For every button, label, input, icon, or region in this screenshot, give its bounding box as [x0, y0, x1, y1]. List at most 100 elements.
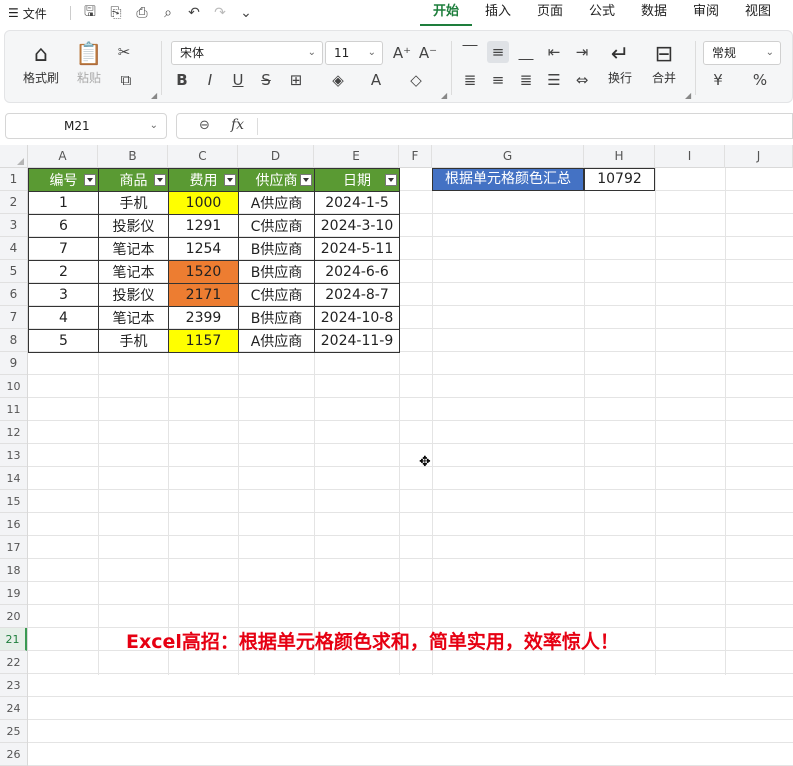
column-header[interactable]: G: [432, 145, 584, 168]
cell-product[interactable]: 手机: [98, 191, 169, 215]
summary-label-cell[interactable]: 根据单元格颜色汇总: [432, 168, 584, 191]
cell-date[interactable]: 2024-1-5: [314, 191, 400, 215]
filter-dropdown-icon[interactable]: [84, 174, 96, 186]
clipboard-dialog-icon[interactable]: ◢: [151, 91, 157, 100]
format-painter-button[interactable]: ⌂ 格式刷: [19, 41, 63, 86]
fx-icon[interactable]: fx: [231, 117, 244, 133]
cell-product[interactable]: 投影仪: [98, 214, 169, 238]
tab-view[interactable]: 视图: [732, 0, 784, 26]
cell-id[interactable]: 7: [28, 237, 99, 261]
cell-product[interactable]: 笔记本: [98, 260, 169, 284]
distribute-icon[interactable]: ⇔: [571, 69, 593, 91]
cell-cost[interactable]: 1291: [168, 214, 239, 238]
cell-supplier[interactable]: C供应商: [238, 214, 315, 238]
row-header[interactable]: 17: [0, 536, 27, 559]
cell-product[interactable]: 笔记本: [98, 237, 169, 261]
column-header[interactable]: D: [238, 145, 314, 168]
align-left-icon[interactable]: ≣: [459, 69, 481, 91]
column-header[interactable]: E: [314, 145, 399, 168]
spreadsheet-grid[interactable]: A B C D E F G H I J 1 2 3 4 5 6 7 8 9 10 11 12 13 14 1…: [0, 145, 793, 766]
column-header[interactable]: F: [399, 145, 432, 168]
row-header[interactable]: 25: [0, 720, 27, 743]
cell-id[interactable]: 1: [28, 191, 99, 215]
row-header[interactable]: 2: [0, 191, 27, 214]
header-cell-product[interactable]: 商品: [98, 168, 169, 192]
cell-date[interactable]: 2024-10-8: [314, 306, 400, 330]
cell-supplier[interactable]: B供应商: [238, 237, 315, 261]
increase-indent-icon[interactable]: ⇥: [571, 41, 593, 63]
alignment-dialog-icon[interactable]: ◢: [685, 91, 691, 100]
align-center-icon[interactable]: ≡: [487, 69, 509, 91]
cell-date[interactable]: 2024-3-10: [314, 214, 400, 238]
row-header[interactable]: 23: [0, 674, 27, 697]
row-header[interactable]: 19: [0, 582, 27, 605]
row-header[interactable]: 16: [0, 513, 27, 536]
cell-supplier[interactable]: A供应商: [238, 329, 315, 353]
cell-id[interactable]: 2: [28, 260, 99, 284]
cell-cost[interactable]: 1520: [168, 260, 239, 284]
percent-icon[interactable]: %: [749, 69, 771, 91]
bold-icon[interactable]: B: [171, 69, 193, 91]
cell-product[interactable]: 投影仪: [98, 283, 169, 307]
currency-icon[interactable]: ¥: [707, 69, 729, 91]
align-middle-icon[interactable]: ≡: [487, 41, 509, 63]
row-header[interactable]: 13: [0, 444, 27, 467]
row-header[interactable]: 1: [0, 168, 27, 191]
underline-icon[interactable]: U: [227, 69, 249, 91]
cell-supplier[interactable]: B供应商: [238, 306, 315, 330]
column-header[interactable]: J: [725, 145, 793, 168]
row-header[interactable]: 9: [0, 352, 27, 375]
row-header[interactable]: 26: [0, 743, 27, 766]
tab-review[interactable]: 审阅: [680, 0, 732, 26]
row-header[interactable]: 7: [0, 306, 27, 329]
column-header[interactable]: C: [168, 145, 238, 168]
row-header[interactable]: 10: [0, 375, 27, 398]
number-format-select[interactable]: 常规 ⌄: [703, 41, 781, 65]
row-header[interactable]: 8: [0, 329, 27, 352]
header-cell-id[interactable]: 编号: [28, 168, 99, 192]
row-header[interactable]: 20: [0, 605, 27, 628]
increase-font-icon[interactable]: A⁺: [391, 42, 413, 64]
cell-cost[interactable]: 1254: [168, 237, 239, 261]
tab-home[interactable]: 开始: [420, 0, 472, 26]
decrease-font-icon[interactable]: A⁻: [417, 42, 439, 64]
row-header[interactable]: 3: [0, 214, 27, 237]
tab-insert[interactable]: 插入: [472, 0, 524, 26]
cell-product[interactable]: 手机: [98, 329, 169, 353]
cell-id[interactable]: 5: [28, 329, 99, 353]
cell-cost[interactable]: 1157: [168, 329, 239, 353]
clear-icon[interactable]: ◇: [405, 69, 427, 91]
cell-date[interactable]: 2024-6-6: [314, 260, 400, 284]
cell-date[interactable]: 2024-8-7: [314, 283, 400, 307]
header-cell-cost[interactable]: 费用: [168, 168, 239, 192]
decrease-indent-icon[interactable]: ⇤: [543, 41, 565, 63]
row-header[interactable]: 21: [0, 628, 27, 651]
cell-date[interactable]: 2024-5-11: [314, 237, 400, 261]
align-bottom-icon[interactable]: ⎽: [515, 41, 537, 63]
wrap-text-button[interactable]: ↵ 换行: [603, 41, 637, 86]
column-header[interactable]: I: [655, 145, 725, 168]
zoom-icon[interactable]: ⊖: [199, 118, 210, 133]
font-dialog-icon[interactable]: ◢: [441, 91, 447, 100]
export-icon[interactable]: ⎘: [103, 5, 129, 21]
cell-id[interactable]: 3: [28, 283, 99, 307]
borders-icon[interactable]: ⊞: [285, 69, 307, 91]
row-header[interactable]: 22: [0, 651, 27, 674]
row-header[interactable]: 11: [0, 398, 27, 421]
fill-color-icon[interactable]: ◈: [327, 69, 349, 91]
summary-value-cell[interactable]: 10792: [584, 168, 655, 191]
tab-data[interactable]: 数据: [628, 0, 680, 26]
cell-product[interactable]: 笔记本: [98, 306, 169, 330]
justify-icon[interactable]: ☰: [543, 69, 565, 91]
row-header[interactable]: 5: [0, 260, 27, 283]
print-preview-icon[interactable]: ⌕: [155, 5, 181, 21]
cell-cost[interactable]: 1000: [168, 191, 239, 215]
row-header[interactable]: 6: [0, 283, 27, 306]
print-icon[interactable]: ⎙: [129, 5, 155, 21]
font-name-select[interactable]: 宋体 ⌄: [171, 41, 323, 65]
cell-supplier[interactable]: B供应商: [238, 260, 315, 284]
column-header[interactable]: A: [28, 145, 98, 168]
row-header[interactable]: 14: [0, 467, 27, 490]
formula-input[interactable]: ⊖ fx: [176, 113, 793, 139]
cell-area[interactable]: 编号 商品 费用 供应商 日期 1 手机 1000 A供应商 2024-1-5 6 投影仪 1…: [28, 168, 793, 766]
